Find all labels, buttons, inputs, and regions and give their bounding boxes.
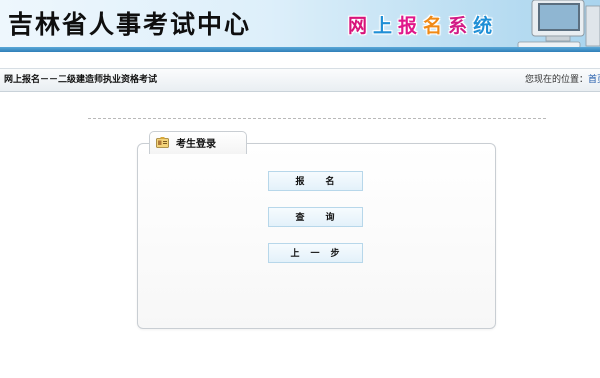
nav-title: 网上报名－－二级建造师执业资格考试 [4,75,158,85]
system-title-char: 统 [473,15,493,37]
back-button[interactable]: 上 一 步 [268,243,363,263]
query-button[interactable]: 查 询 [268,207,363,227]
system-title-char: 系 [448,15,468,37]
panel-title: 考生登录 [176,139,216,150]
location-breadcrumb: 您现在的位置：首页 [525,69,600,91]
header-stripe [0,47,600,52]
home-link[interactable]: 首页 [588,75,600,85]
system-title-char: 网 [348,15,368,37]
header-banner: 吉林省人事考试中心 网 上 报 名 系 统 [0,0,600,52]
id-card-icon [156,137,169,148]
signup-button[interactable]: 报 名 [268,171,363,191]
system-title: 网 上 报 名 系 统 [345,11,495,41]
system-title-char: 报 [398,15,418,37]
site-title: 吉林省人事考试中心 [8,10,252,39]
system-title-char: 上 [373,15,393,37]
divider [88,118,546,119]
nav-bar: 网上报名－－二级建造师执业资格考试 您现在的位置：首页 [0,68,600,92]
computer-icon [517,0,600,49]
location-label: 您现在的位置： [525,75,589,85]
system-title-char: 名 [423,15,443,37]
